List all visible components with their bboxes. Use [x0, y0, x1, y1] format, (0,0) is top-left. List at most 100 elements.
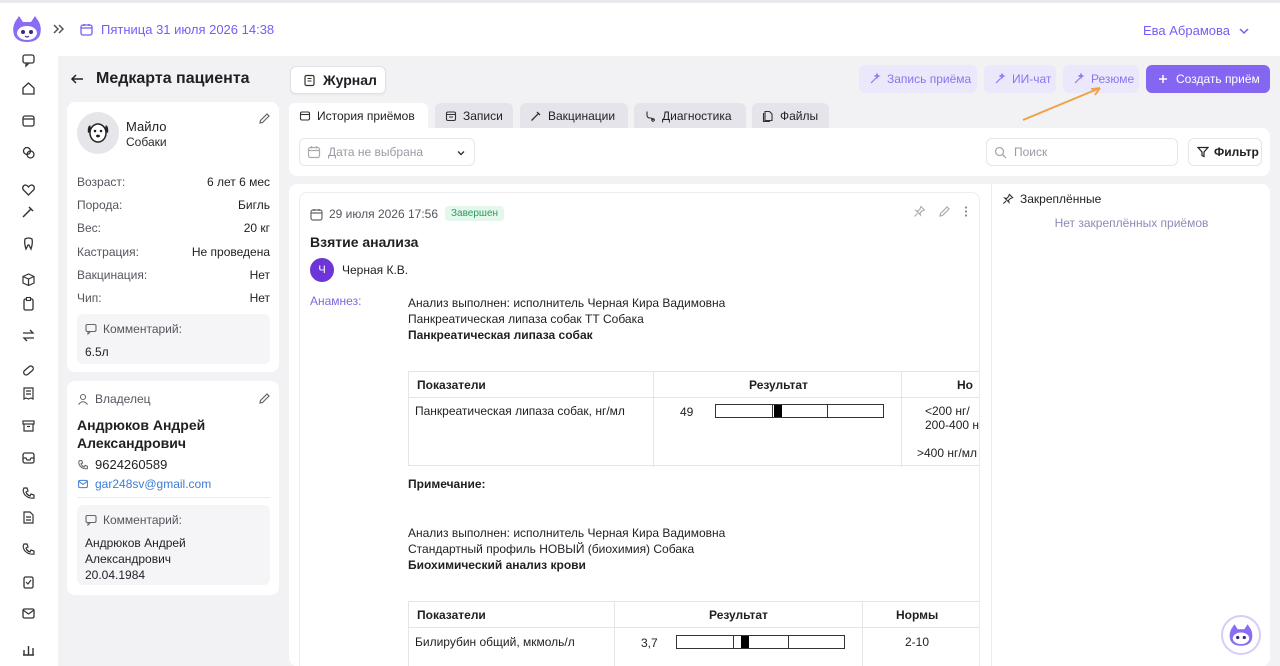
create-appointment-button[interactable]: Создать приём [1146, 65, 1270, 93]
norm-line: з [925, 432, 979, 446]
attr-key: Кастрация: [77, 245, 139, 259]
transfer-icon[interactable] [21, 328, 36, 343]
attr-value: Не проведена [191, 245, 270, 259]
checklist-icon[interactable] [21, 574, 36, 589]
dog-icon [87, 123, 109, 143]
stats-icon[interactable] [21, 642, 36, 657]
phone-icon[interactable] [21, 486, 36, 501]
pet-attr-weight: Вес: 20 кг [77, 221, 270, 235]
document-icon[interactable] [21, 510, 36, 525]
search-placeholder: Поиск [1014, 145, 1048, 159]
table-header: Показатели Результат Но [409, 372, 979, 398]
comment-header: Комментарий: [85, 322, 182, 336]
pet-comment: Комментарий: 6.5л [77, 314, 270, 364]
tooth-icon[interactable] [21, 236, 36, 251]
comment-icon [85, 514, 97, 526]
pet-attr-vaccination: Вакцинация: Нет [77, 268, 270, 282]
analysis-heading: Панкреатическая липаза собак [408, 328, 593, 342]
row-name: Панкреатическая липаза собак, нг/мл [415, 404, 625, 418]
pet-attr-breed: Порода: Бигль [77, 198, 270, 212]
search-input[interactable]: Поиск [986, 138, 1178, 166]
mail-icon[interactable] [21, 606, 36, 621]
row-value: 3,7 [641, 636, 658, 650]
archive-icon[interactable] [21, 418, 36, 433]
content-panel: 29 июля 2026 17:56 Завершен Взятие анали… [289, 184, 1270, 666]
back-arrow-icon[interactable] [70, 72, 84, 86]
user-menu[interactable]: Ева Абрамова [1143, 23, 1250, 38]
edit-icon[interactable] [938, 205, 951, 218]
comment-label: Комментарий: [103, 513, 182, 527]
records-icon [445, 110, 457, 121]
appointment-date: 29 июля 2026 17:56 [310, 207, 438, 221]
col-result: Результат [709, 608, 768, 622]
filter-button[interactable]: Фильтр [1188, 138, 1262, 166]
analysis-line: Панкреатическая липаза собак ТТ Собака [408, 312, 644, 326]
expand-sidebar-icon[interactable] [52, 22, 66, 36]
comment-text: 6.5л [85, 345, 109, 359]
anamnez-label: Анамнез: [310, 294, 362, 308]
scale-marker [741, 636, 749, 648]
box-icon[interactable] [21, 272, 36, 287]
clipboard-icon[interactable] [21, 296, 36, 311]
chat-icon[interactable] [21, 53, 36, 68]
assistant-bot-button[interactable] [1221, 615, 1261, 655]
results-table-2: Показатели Результат Нормы Билирубин общ… [408, 601, 979, 666]
attr-key: Вакцинация: [77, 268, 148, 282]
pinned-title: Закреплённые [1020, 192, 1102, 206]
pet-avatar [77, 112, 119, 154]
stethoscope-icon [646, 111, 655, 122]
pills-icon[interactable] [21, 363, 36, 378]
journal-label: Журнал [323, 72, 377, 88]
home-icon[interactable] [21, 81, 36, 96]
owner-phone[interactable]: 9624260589 [77, 457, 167, 472]
col-norm: Нормы [896, 608, 939, 622]
inbox-icon[interactable] [21, 450, 36, 465]
comment-text: Андрюков Андрей Александрович 20.04.1984 [85, 535, 186, 583]
syringe-icon[interactable] [21, 204, 36, 219]
row-norm: <200 нг/ 200-400 н з >400 нг/мл [917, 404, 979, 460]
tab-records[interactable]: Записи [435, 103, 513, 128]
edit-pet-icon[interactable] [258, 112, 271, 125]
record-appointment-button[interactable]: Запись приёма [859, 65, 977, 93]
pets-icon[interactable] [21, 145, 36, 160]
annotation-arrow-icon [1022, 87, 1101, 121]
doctor: Ч Черная К.В. [310, 258, 408, 282]
pet-card: Майло Собаки Возраст: 6 лет 6 мес Порода:… [67, 102, 279, 372]
edit-owner-icon[interactable] [258, 392, 271, 405]
col-divider [862, 602, 863, 666]
email-link[interactable]: gar248sv@gmail.com [95, 477, 211, 491]
col-divider [901, 372, 902, 467]
journal-button[interactable]: Журнал [290, 66, 386, 94]
tab-diagnostics[interactable]: Диагностика [634, 103, 746, 128]
heart-icon[interactable] [21, 182, 36, 197]
chevron-down-icon [457, 151, 465, 156]
record-label: Запись приёма [887, 72, 972, 86]
result-scale [676, 635, 845, 649]
analysis-line: Анализ выполнен: исполнитель Черная Кира… [408, 296, 726, 310]
scale-tick [827, 405, 828, 417]
attr-value: Нет [249, 291, 270, 305]
pet-attr-castration: Кастрация: Не проведена [77, 245, 270, 259]
pinned-panel: Закреплённые Нет закреплённых приёмов [991, 184, 1270, 666]
datetime-text: Пятница 31 июля 2026 14:38 [101, 22, 275, 37]
cat-logo-icon[interactable] [10, 14, 44, 44]
col-divider [653, 372, 654, 467]
norm-line: >400 нг/мл [917, 446, 977, 460]
results-table-1: Показатели Результат Но Панкреатическая … [408, 371, 979, 467]
tab-vaccinations[interactable]: Вакцинации [520, 103, 628, 128]
col-result: Результат [749, 378, 808, 392]
analysis-block-1: Анализ выполнен: исполнитель Черная Кира… [408, 295, 968, 343]
pin-icon[interactable] [913, 205, 926, 218]
tab-files[interactable]: Файлы [752, 103, 829, 128]
comment-line: Андрюков Андрей [85, 536, 186, 550]
calendar-nav-icon[interactable] [21, 113, 36, 128]
attr-value: Нет [249, 268, 270, 282]
status-badge: Завершен [445, 206, 505, 221]
date-filter-select[interactable]: Дата не выбрана [299, 138, 475, 166]
more-vertical-icon[interactable] [963, 205, 969, 218]
owner-email[interactable]: gar248sv@gmail.com [77, 477, 211, 491]
call-icon[interactable] [21, 542, 36, 557]
tab-history[interactable]: История приёмов [289, 103, 428, 128]
receipt-icon[interactable] [21, 386, 36, 401]
current-datetime: Пятница 31 июля 2026 14:38 [80, 22, 274, 37]
